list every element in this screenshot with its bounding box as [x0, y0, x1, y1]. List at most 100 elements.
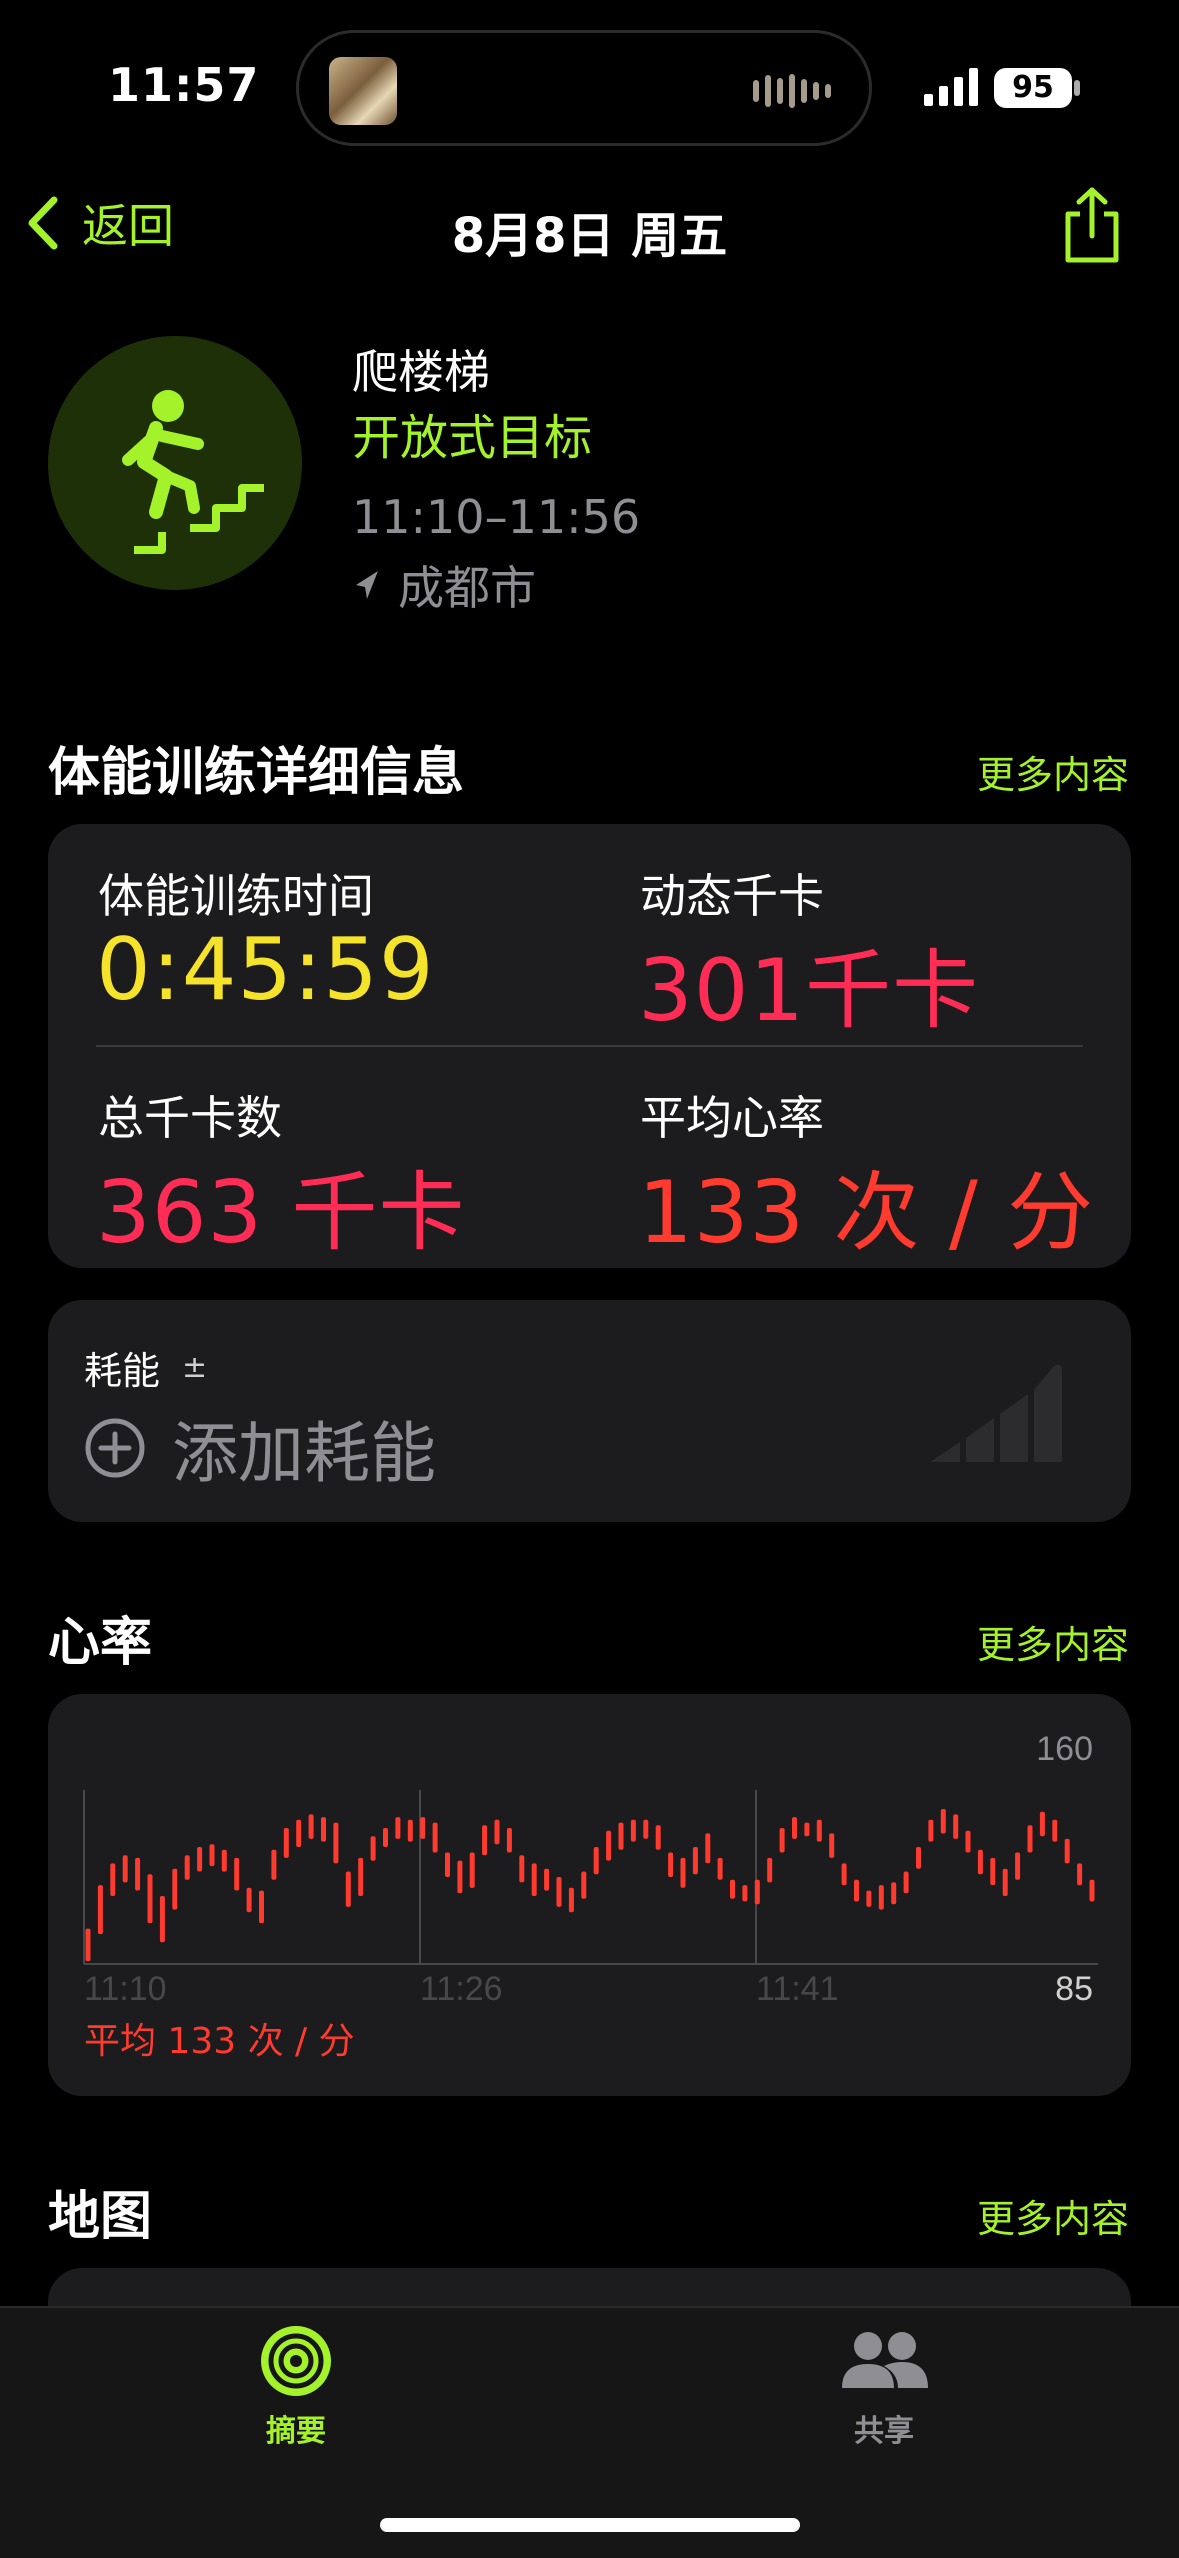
- heart-rate-bar: [1052, 1819, 1058, 1842]
- heart-rate-bar: [506, 1828, 512, 1853]
- heart-rate-bar: [655, 1825, 661, 1850]
- heart-rate-bar: [259, 1890, 264, 1924]
- details-more-link[interactable]: 更多内容: [977, 744, 1129, 799]
- heart-rate-bar: [197, 1847, 203, 1872]
- chart-max-label: 160: [1036, 1730, 1093, 1768]
- avg-heart-rate-label: 平均心率: [640, 1091, 824, 1145]
- effort-plus-minus: ±: [182, 1350, 208, 1385]
- heart-rate-bar: [445, 1852, 450, 1877]
- audio-waveform-icon: [753, 73, 831, 109]
- x-tick-label: 11:26: [420, 1970, 503, 2008]
- location-arrow-icon: [356, 571, 378, 599]
- workout-goal: 开放式目标: [352, 410, 593, 466]
- heart-rate-bar: [159, 1896, 165, 1943]
- effort-card[interactable]: 耗能 ± 添加耗能: [48, 1300, 1131, 1522]
- avg-heart-rate-value: 133 次 / 分: [638, 1163, 1095, 1263]
- heart-rate-bar: [1064, 1838, 1070, 1864]
- heart-rate-bar: [1027, 1825, 1033, 1853]
- cellular-signal-icon: [924, 68, 978, 106]
- heart-rate-bar: [1039, 1811, 1045, 1837]
- tab-sharing-label: 共享: [854, 2414, 914, 2449]
- heart-rate-bar: [321, 1817, 326, 1842]
- heart-rate-bar: [568, 1887, 574, 1913]
- heart-rate-bar: [829, 1833, 835, 1858]
- heart-rate-bar: [1015, 1852, 1021, 1880]
- heart-rate-bar: [469, 1852, 475, 1888]
- heart-rate-bar: [184, 1855, 190, 1880]
- heart-rate-bar: [110, 1863, 116, 1896]
- heart-rate-bar: [754, 1879, 760, 1905]
- dynamic-island[interactable]: [296, 30, 872, 146]
- heart-rate-bar: [977, 1849, 983, 1875]
- heart-rate-bar: [630, 1819, 636, 1842]
- heart-rate-bar: [544, 1868, 550, 1891]
- share-icon[interactable]: [1062, 186, 1122, 264]
- heart-rate-bar: [593, 1847, 599, 1875]
- effort-level-icon: [930, 1364, 1062, 1462]
- tab-sharing[interactable]: 共享: [824, 2324, 944, 2450]
- heart-rate-bar: [804, 1822, 810, 1837]
- heart-rate-bar: [643, 1819, 649, 1839]
- heart-rate-bar: [581, 1871, 587, 1899]
- heart-rate-bar: [370, 1836, 376, 1861]
- heart-rate-bar: [668, 1852, 674, 1877]
- battery-level: 95: [994, 68, 1072, 108]
- effort-label: 耗能: [84, 1349, 161, 1393]
- people-icon: [842, 2332, 928, 2388]
- heart-rate-bar: [147, 1874, 153, 1924]
- heart-rate-bar: [1089, 1879, 1095, 1902]
- workout-location: 成都市: [352, 552, 536, 618]
- heart-rate-bar: [841, 1863, 847, 1886]
- heart-rate-bar: [730, 1879, 735, 1899]
- heart-rate-bar: [1002, 1868, 1008, 1896]
- heart-rate-section-title: 心率: [48, 1613, 153, 1673]
- heart-rate-bar: [928, 1819, 934, 1842]
- heart-rate-bar: [172, 1868, 178, 1910]
- heart-rate-bar: [482, 1825, 488, 1856]
- map-more-link[interactable]: 更多内容: [977, 2188, 1129, 2243]
- heart-rate-bar: [407, 1819, 413, 1842]
- duration-label: 体能训练时间: [98, 869, 374, 923]
- activity-rings-icon: [261, 2326, 331, 2396]
- add-effort-button[interactable]: 添加耗能: [84, 1400, 436, 1496]
- heart-rate-bar: [903, 1871, 909, 1894]
- page-title: 8月8日 周五: [451, 208, 728, 264]
- location-label: 成都市: [398, 561, 536, 615]
- heart-rate-bar: [692, 1847, 698, 1875]
- heart-rate-bar: [705, 1833, 711, 1864]
- duration-value: 0:45:59: [96, 920, 435, 1020]
- heart-rate-bar: [792, 1817, 797, 1839]
- effort-header: 耗能 ±: [84, 1340, 207, 1395]
- x-tick-label: 11:10: [84, 1970, 167, 2008]
- details-section-title: 体能训练详细信息: [48, 743, 465, 803]
- heart-rate-bar: [221, 1849, 227, 1872]
- heart-rate-bar: [271, 1849, 277, 1880]
- workout-name: 爬楼梯: [352, 345, 490, 399]
- heart-rate-bar: [816, 1819, 822, 1842]
- heart-rate-bar: [866, 1890, 872, 1907]
- heart-rate-bar: [234, 1857, 240, 1891]
- heart-rate-card[interactable]: 160 85 11:10 11:26 11:41 平均 133 次 / 分: [48, 1694, 1131, 2096]
- heart-rate-bar: [420, 1817, 426, 1839]
- heart-rate-more-link[interactable]: 更多内容: [977, 1614, 1129, 1669]
- heart-rate-bar: [531, 1863, 537, 1896]
- heart-rate-bar: [494, 1819, 500, 1845]
- heart-rate-bar: [556, 1877, 562, 1907]
- total-calories-value: 363 千卡: [96, 1163, 466, 1263]
- heart-rate-bar: [965, 1830, 971, 1853]
- heart-rate-bar: [308, 1814, 314, 1839]
- heart-rate-bar: [122, 1855, 128, 1883]
- heart-rate-bar: [916, 1847, 921, 1869]
- workout-details-card[interactable]: 体能训练时间 0:45:59 动态千卡 301千卡 总千卡数 363 千卡 平均…: [48, 824, 1131, 1268]
- add-effort-label: 添加耗能: [172, 1415, 436, 1492]
- heart-rate-bar: [209, 1844, 215, 1867]
- heart-rate-bar: [457, 1860, 463, 1894]
- workout-type-icon-circle: [48, 336, 302, 590]
- heart-rate-bar: [358, 1857, 364, 1896]
- tab-summary[interactable]: 摘要: [236, 2324, 356, 2450]
- heart-rate-bar: [1077, 1863, 1083, 1886]
- heart-rate-bar: [618, 1822, 624, 1850]
- home-indicator: [380, 2518, 800, 2532]
- heart-rate-bar: [742, 1885, 748, 1902]
- avg-heart-rate-caption: 平均 133 次 / 分: [84, 2021, 355, 2062]
